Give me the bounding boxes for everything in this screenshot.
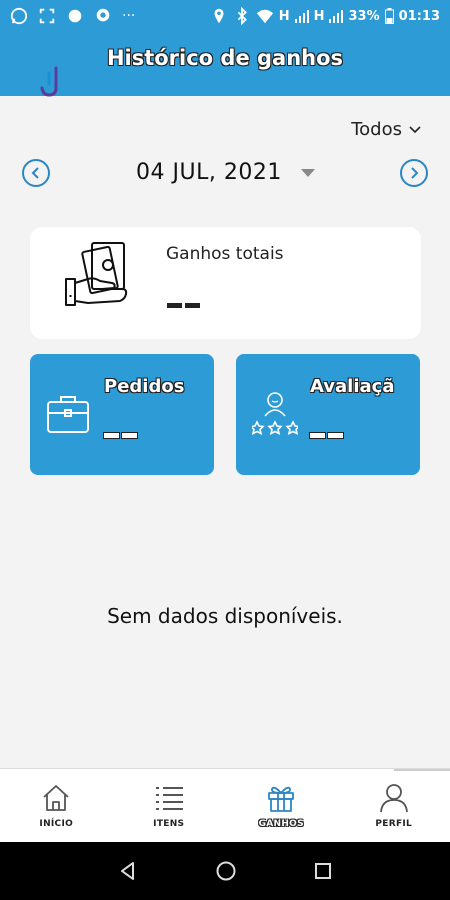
user-icon — [379, 784, 408, 813]
clock: 01:13 — [398, 8, 440, 24]
whatsapp-icon — [10, 7, 28, 25]
nav-earnings[interactable]: GANHOS — [225, 769, 338, 842]
home-circle-icon[interactable] — [215, 860, 237, 882]
chevron-right-icon — [411, 167, 419, 179]
filter-dropdown[interactable]: Todos — [351, 119, 422, 140]
nav-home[interactable]: INÍCIO — [0, 769, 113, 842]
date-navigator: 04 JUL, 2021 — [0, 152, 450, 196]
network-type-1: H — [278, 8, 290, 24]
previous-date-button[interactable] — [22, 159, 50, 187]
rating-value — [310, 425, 346, 444]
signal-icon-2 — [329, 10, 344, 23]
user-rating-icon — [252, 392, 298, 435]
orders-value — [104, 425, 140, 444]
back-icon[interactable] — [118, 861, 138, 881]
total-earnings-label: Ganhos totais — [166, 244, 284, 264]
date-dropdown-icon[interactable] — [301, 169, 315, 177]
battery-icon — [384, 8, 394, 24]
location-icon — [214, 8, 224, 24]
wifi-icon — [256, 9, 273, 24]
fullscreen-icon — [39, 8, 55, 24]
nav-items[interactable]: ITENS — [113, 769, 226, 842]
bottom-navigation: INÍCIO ITENS GANHOS PERFIL — [0, 768, 450, 842]
filter-label: Todos — [351, 119, 402, 140]
orders-label: Pedidos — [104, 376, 185, 397]
status-bar: ··· H H 33% 01:13 — [0, 0, 450, 32]
empty-state-message: Sem dados disponíveis. — [107, 604, 343, 628]
app-header: Histórico de ganhos — [0, 32, 450, 97]
chat-icon — [96, 8, 110, 22]
notification-icons: ··· — [10, 7, 135, 25]
dash-1 — [104, 433, 119, 438]
circle-icon — [68, 9, 82, 23]
more-notifications-icon: ··· — [122, 8, 136, 24]
divider — [394, 769, 450, 771]
chevron-down-icon — [409, 125, 421, 133]
rating-label: Avaliaçã — [310, 376, 395, 397]
total-earnings-card: Ganhos totais — [30, 227, 421, 339]
dash-2 — [122, 433, 137, 438]
total-earnings-value — [167, 295, 203, 314]
bluetooth-icon — [237, 7, 247, 25]
network-type-2: H — [313, 8, 325, 24]
recent-apps-icon[interactable] — [314, 862, 332, 880]
dash-2 — [328, 433, 343, 438]
list-icon — [155, 787, 183, 810]
rating-card[interactable]: Avaliaçã — [236, 354, 420, 475]
nav-items-label: ITENS — [153, 819, 185, 829]
chevron-left-icon — [31, 167, 39, 179]
briefcase-icon — [47, 396, 89, 433]
nav-earnings-label: GANHOS — [258, 819, 304, 829]
dash-1 — [310, 433, 325, 438]
system-navigation-bar — [0, 842, 450, 900]
nav-profile-label: PERFIL — [375, 819, 413, 829]
nav-home-label: INÍCIO — [39, 819, 74, 829]
orders-card[interactable]: Pedidos — [30, 354, 214, 475]
gift-icon — [268, 786, 295, 812]
nav-profile[interactable]: PERFIL — [338, 769, 450, 842]
dash-2 — [185, 303, 200, 308]
next-date-button[interactable] — [400, 159, 428, 187]
current-date[interactable]: 04 JUL, 2021 — [136, 160, 282, 185]
dash-1 — [167, 303, 182, 308]
signal-icon-1 — [294, 10, 309, 23]
system-status: H H 33% 01:13 — [210, 7, 440, 25]
battery-percent: 33% — [348, 8, 380, 24]
page-title: Histórico de ganhos — [106, 46, 344, 70]
app-logo-icon — [40, 66, 58, 97]
home-icon — [43, 785, 69, 811]
money-hand-icon — [65, 242, 128, 306]
